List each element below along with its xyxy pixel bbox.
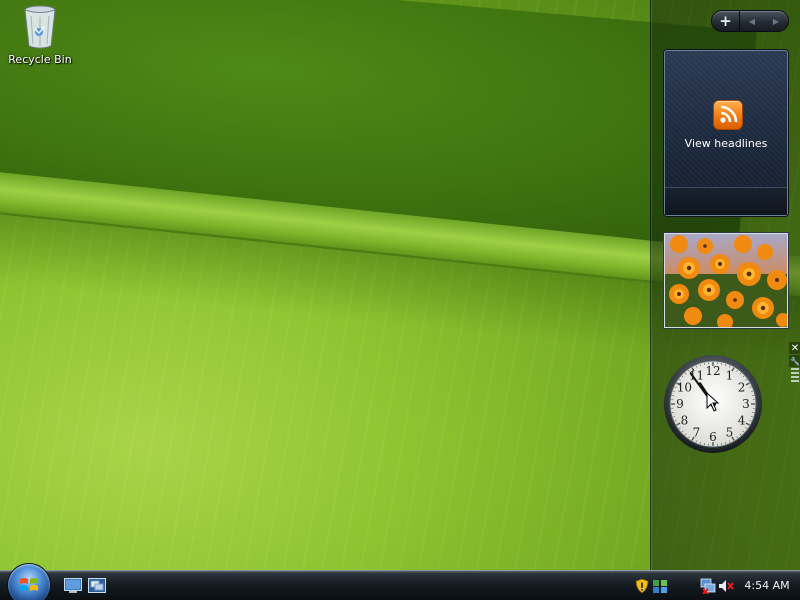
clock-numeral: 7: [693, 426, 701, 440]
gadget-drag-handle[interactable]: [791, 368, 799, 384]
clock-numeral: 1: [726, 368, 734, 382]
clock-numeral: 5: [726, 426, 734, 440]
rss-icon: [714, 101, 742, 129]
desktop[interactable]: Recycle Bin + ◀ ▶ View headlines 12 1 2 …: [0, 0, 800, 570]
feed-headlines-gadget[interactable]: View headlines: [664, 50, 788, 216]
analog-clock-face: 12 1234567891011: [664, 355, 762, 453]
clock-numeral: 4: [738, 414, 746, 428]
previous-gadgets-button[interactable]: ◀: [740, 11, 764, 31]
taskbar: 4:54 AM: [0, 564, 800, 600]
start-button[interactable]: [8, 564, 50, 600]
gadget-close-button[interactable]: ✕: [789, 342, 800, 354]
recycle-bin[interactable]: Recycle Bin: [4, 2, 76, 66]
recycle-bin-icon: [24, 5, 56, 49]
clock-numeral: 8: [681, 414, 689, 428]
feed-gadget-footer: [665, 187, 787, 215]
orange-flowers-photo: [665, 234, 787, 327]
taskbar-clock[interactable]: 4:54 AM: [738, 579, 796, 592]
security-shield-icon[interactable]: [634, 578, 650, 594]
sidebar-controls: + ◀ ▶: [711, 10, 789, 32]
view-headlines-link[interactable]: View headlines: [665, 137, 787, 150]
notification-area: 4:54 AM: [630, 571, 800, 600]
gadget-options-button[interactable]: 🔧: [789, 355, 800, 367]
network-disconnected-icon[interactable]: [700, 578, 716, 594]
clock-numeral: 10: [677, 381, 692, 395]
slideshow-gadget[interactable]: [664, 233, 788, 328]
windows-orb-icon: [20, 578, 38, 591]
switch-windows-icon[interactable]: [88, 578, 106, 593]
volume-muted-icon[interactable]: [718, 578, 734, 594]
clock-numeral: 3: [742, 397, 750, 411]
clock-gadget[interactable]: 12 1 2 3 4 5 6 7 8 9 10 11: [664, 340, 762, 468]
clock-numeral: 9: [676, 397, 684, 411]
next-gadgets-button[interactable]: ▶: [764, 11, 788, 31]
clock-numeral: 6: [709, 430, 717, 444]
clock-numeral: 12: [705, 364, 720, 378]
windows-sidebar: + ◀ ▶ View headlines 12 1 2 3 4 5 6 7 8 …: [650, 0, 800, 570]
recycle-bin-label: Recycle Bin: [8, 53, 72, 66]
clock-numeral: 2: [738, 381, 746, 395]
windows-update-icon[interactable]: [652, 578, 668, 594]
show-desktop-icon[interactable]: [64, 578, 82, 593]
add-gadget-button[interactable]: +: [712, 11, 740, 31]
